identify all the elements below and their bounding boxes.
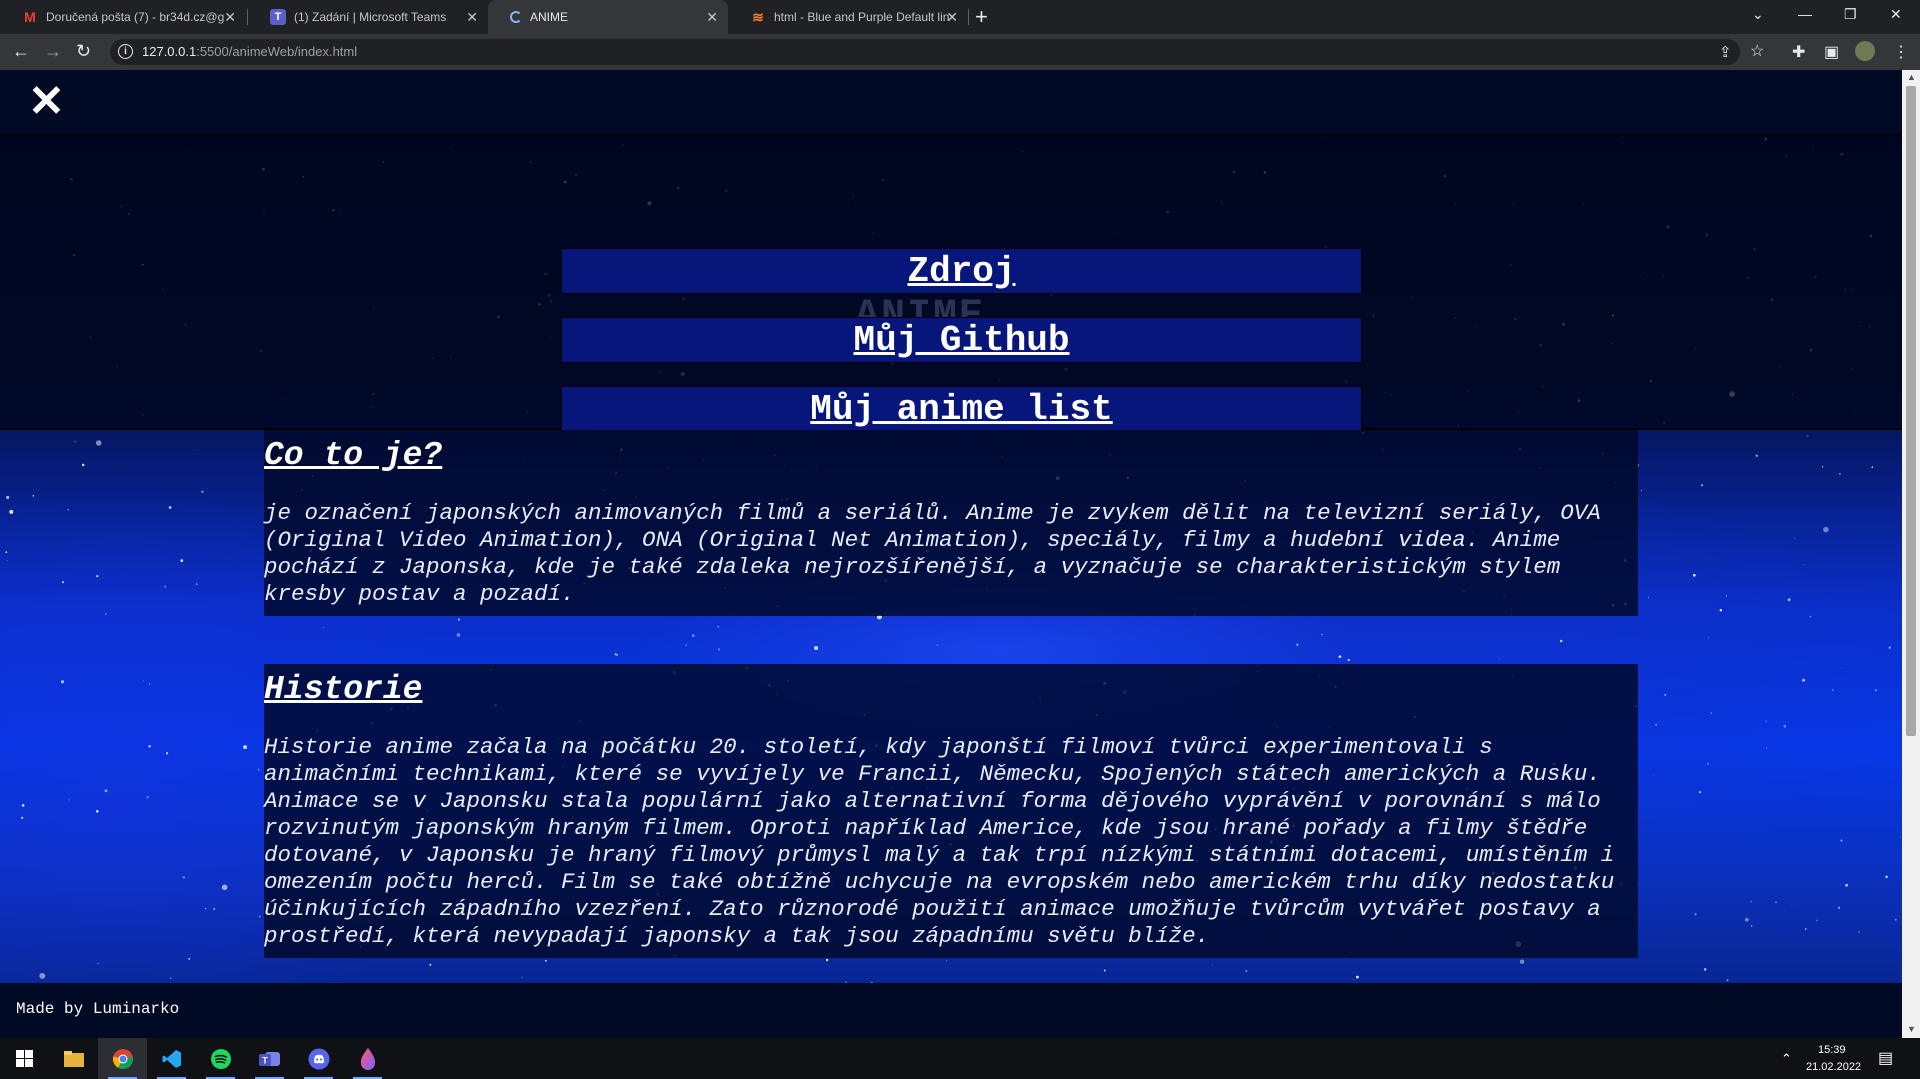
close-tab-icon[interactable]: ✕ (224, 9, 236, 26)
teams-icon: T (270, 9, 286, 25)
close-tab-icon[interactable]: ✕ (466, 9, 478, 26)
clock-time[interactable]: 15:39 (1818, 1044, 1846, 1056)
menu-link-label: Můj anime list (810, 388, 1113, 430)
notification-center-icon[interactable]: ▤ (1878, 1048, 1893, 1068)
forward-arrow-icon[interactable]: → (44, 41, 62, 62)
back-arrow-icon[interactable]: ← (12, 41, 30, 62)
menu-link-label: Můj Github (853, 319, 1070, 361)
section-title: Co to je? (264, 437, 443, 474)
reload-icon[interactable]: ↻ (76, 41, 91, 62)
close-tab-icon[interactable]: ✕ (946, 9, 958, 26)
browser-toolbar: ← → ↻ i 127.0.0.1:5500/animeWeb/index.ht… (0, 34, 1920, 70)
main-content: Co to je? je označení japonských animova… (264, 430, 1638, 958)
scrollbar-thumb[interactable] (1906, 86, 1916, 736)
tab-label: ANIME (530, 10, 569, 24)
tab-gmail[interactable]: M Doručená pošta (7) - br34d.cz@g ✕ (0, 0, 246, 34)
nav-menu-overlay: ANIME Zdroj Můj Github Můj anime list (0, 136, 1902, 432)
site-info-icon[interactable]: i (118, 44, 133, 59)
menu-link-anime-list[interactable]: Můj anime list (561, 386, 1362, 432)
section-title: Historie (264, 671, 423, 708)
section-historie: Historie Historie anime začala na počátk… (264, 664, 1638, 958)
tab-search-icon[interactable]: ⌄ (1752, 6, 1764, 23)
clock-date[interactable]: 21.02.2022 (1806, 1061, 1861, 1073)
tab-anime[interactable]: ANIME ✕ (488, 0, 728, 34)
new-tab-button[interactable]: + (975, 4, 988, 30)
page-footer: Made by Luminarko (0, 983, 1902, 1038)
windows-start-icon[interactable] (0, 1038, 49, 1079)
svg-text:T: T (262, 1055, 268, 1065)
tab-label: (1) Zadání | Microsoft Teams (294, 10, 447, 24)
page-header: ✕ (0, 70, 1902, 136)
stackoverflow-icon: ≋ (752, 8, 764, 25)
menu-link-github[interactable]: Můj Github (561, 317, 1362, 363)
tab-stackoverflow[interactable]: ≋ html - Blue and Purple Default lin ✕ (728, 0, 968, 34)
scroll-up-arrow-icon[interactable]: ▲ (1907, 72, 1916, 82)
tab-separator (968, 9, 969, 25)
close-window-icon[interactable]: ✕ (1890, 6, 1902, 23)
bookmark-star-icon[interactable]: ☆ (1750, 41, 1764, 61)
scroll-down-arrow-icon[interactable]: ▼ (1907, 1024, 1916, 1034)
section-text: Historie anime začala na počátku 20. sto… (264, 734, 1615, 949)
tray-chevron-up-icon[interactable]: ⌃ (1781, 1051, 1792, 1067)
page-viewport: ✕ ANIME Zdroj Můj Github Můj anime list … (0, 70, 1902, 1038)
spotify-icon[interactable] (196, 1038, 245, 1079)
extensions-puzzle-icon[interactable]: ✚ (1792, 42, 1805, 62)
restore-icon[interactable]: ❐ (1844, 6, 1857, 23)
page-scrollbar[interactable]: ▲ ▼ (1902, 70, 1920, 1038)
side-panel-icon[interactable]: ▣ (1824, 42, 1839, 62)
browser-tab-strip: M Doručená pošta (7) - br34d.cz@g ✕ T (1… (0, 0, 1920, 34)
paint-drop-icon[interactable] (343, 1038, 392, 1079)
profile-avatar[interactable] (1855, 41, 1875, 61)
chrome-icon[interactable] (98, 1038, 147, 1079)
url-path: :5500/animeWeb/index.html (196, 44, 358, 59)
url-host: 127.0.0.1 (142, 44, 197, 59)
close-menu-icon[interactable]: ✕ (28, 80, 65, 124)
section-text: je označení japonských animovaných filmů… (264, 500, 1601, 607)
footer-credit: Made by Luminarko (16, 1000, 180, 1018)
vscode-icon[interactable] (147, 1038, 196, 1079)
loading-icon (510, 11, 522, 23)
windows-taskbar: T ⌃ 15:39 21.02.2022 ▤ (0, 1038, 1920, 1079)
share-icon[interactable]: ⇪ (1719, 43, 1732, 61)
minimize-icon[interactable]: — (1798, 6, 1812, 22)
discord-icon[interactable] (294, 1038, 343, 1079)
section-co-to-je: Co to je? je označení japonských animova… (264, 430, 1638, 616)
file-explorer-icon[interactable] (49, 1038, 98, 1079)
close-tab-icon[interactable]: ✕ (706, 9, 718, 26)
menu-link-label: Zdroj (907, 250, 1016, 292)
teams-taskbar-icon[interactable]: T (245, 1038, 294, 1079)
more-menu-icon[interactable]: ⋮ (1893, 42, 1909, 62)
gmail-icon: M (24, 9, 36, 25)
tab-label: Doručená pošta (7) - br34d.cz@g (46, 10, 224, 24)
url-text[interactable]: 127.0.0.1:5500/animeWeb/index.html (142, 44, 357, 59)
tab-label: html - Blue and Purple Default lin (774, 10, 950, 24)
menu-link-zdroj[interactable]: Zdroj (561, 248, 1362, 294)
tab-teams[interactable]: T (1) Zadání | Microsoft Teams ✕ (248, 0, 488, 34)
address-bar[interactable]: i 127.0.0.1:5500/animeWeb/index.html ⇪ ☆ (110, 39, 1764, 65)
